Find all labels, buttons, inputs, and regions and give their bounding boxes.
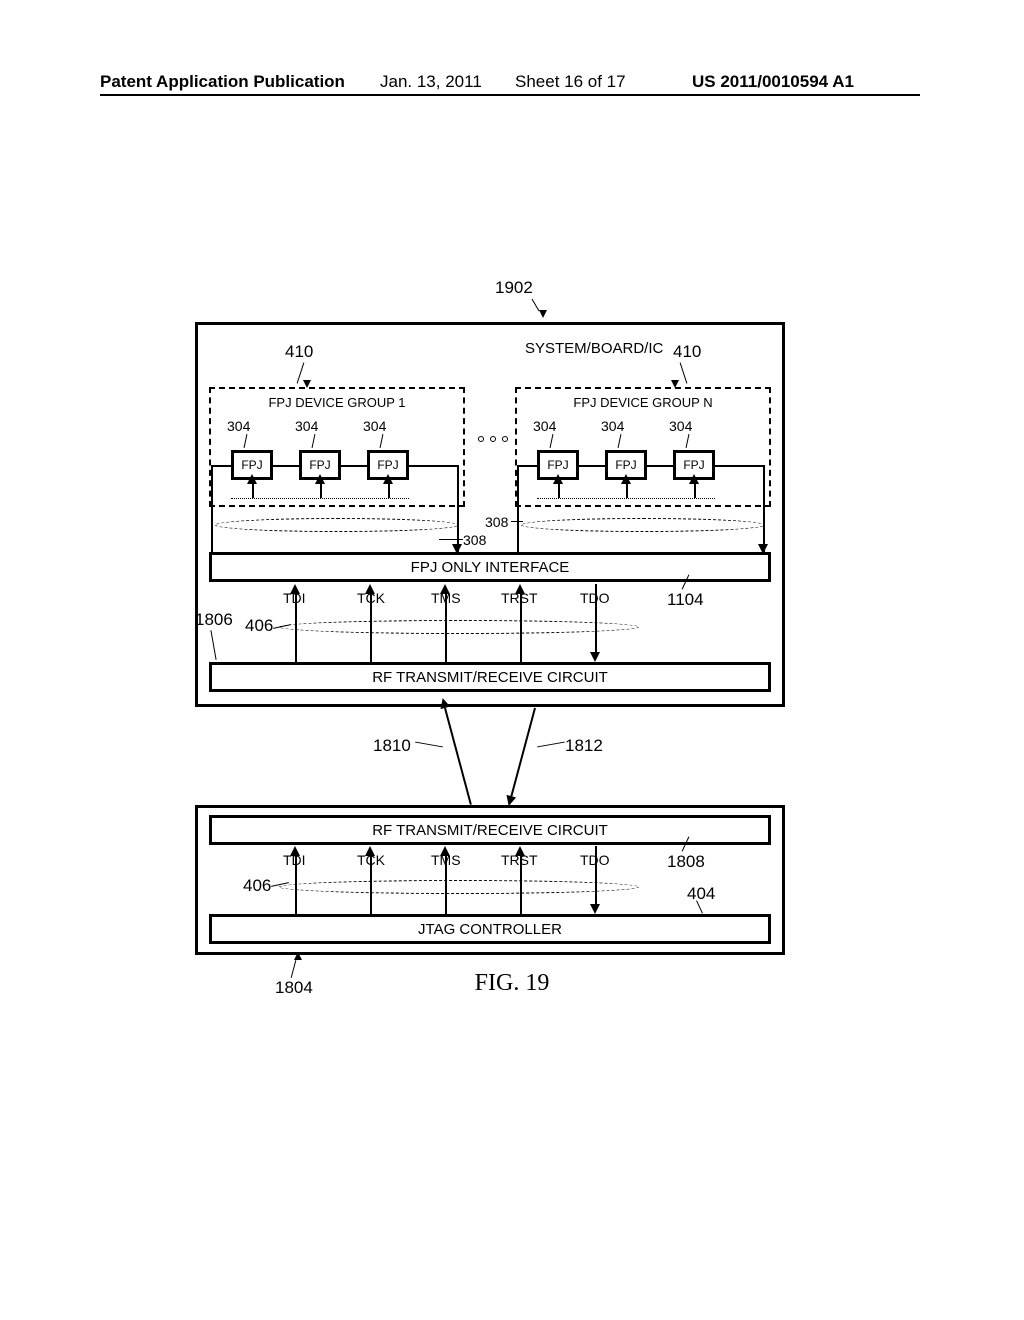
figure-caption: FIG. 19 (0, 970, 1024, 997)
cable-ellipse (279, 620, 639, 634)
header-date: Jan. 13, 2011 (380, 72, 482, 92)
rf-link-1810 (444, 708, 472, 805)
group1-title: FPJ DEVICE GROUP 1 (211, 395, 463, 410)
arrowhead-icon (247, 474, 257, 484)
stub-line (626, 482, 628, 498)
cable-ellipse (279, 880, 639, 894)
ref-304: 304 (669, 418, 692, 434)
arrowhead-icon (365, 846, 375, 856)
fpj-label: FPJ (309, 458, 330, 472)
link-line (763, 465, 765, 552)
link-line (273, 465, 299, 467)
system-board-ic-label: SYSTEM/BOARD/IC (525, 340, 663, 357)
link-line (211, 465, 231, 467)
groupn-title: FPJ DEVICE GROUP N (517, 395, 769, 410)
arrowhead-icon (590, 652, 600, 662)
arrowhead-icon (553, 474, 563, 484)
fpj-label: FPJ (683, 458, 704, 472)
arrowhead-icon (590, 904, 600, 914)
arrowhead-icon (440, 846, 450, 856)
arrowhead-icon (689, 474, 699, 484)
page: Patent Application Publication Jan. 13, … (0, 0, 1024, 1320)
ref-304: 304 (363, 418, 386, 434)
dotted-line (537, 498, 715, 499)
link-line (517, 465, 519, 552)
header-sheet: Sheet 16 of 17 (515, 72, 626, 92)
link-line (457, 465, 459, 552)
fpj-label: FPJ (547, 458, 568, 472)
cable-ellipse (215, 518, 459, 532)
arrowhead-icon (515, 584, 525, 594)
arrowhead-icon (438, 697, 450, 709)
link-line (715, 465, 763, 467)
ref-1104: 1104 (667, 590, 704, 610)
arrowhead-icon (515, 846, 525, 856)
ref-304: 304 (533, 418, 556, 434)
stub-line (320, 482, 322, 498)
fpj-label: FPJ (377, 458, 398, 472)
sig-line (595, 846, 597, 906)
link-line (517, 465, 537, 467)
header-pubno: US 2011/0010594 A1 (692, 72, 854, 92)
link-line (211, 465, 213, 552)
rf-label: RF TRANSMIT/RECEIVE CIRCUIT (372, 822, 608, 839)
fpj-label: FPJ (615, 458, 636, 472)
header-publication: Patent Application Publication (100, 72, 345, 92)
lead-line (415, 742, 443, 748)
ref-1808: 1808 (667, 852, 705, 872)
header-rule (100, 94, 920, 96)
fpj-device-group-1: FPJ DEVICE GROUP 1 (209, 387, 465, 507)
ref-304: 304 (601, 418, 624, 434)
lead-line (537, 742, 565, 748)
rf-circuit-top: RF TRANSMIT/RECEIVE CIRCUIT (209, 662, 771, 692)
ref-406: 406 (245, 616, 273, 636)
ref-404: 404 (687, 884, 715, 904)
arrowhead-icon (294, 952, 302, 960)
arrowhead-icon (315, 474, 325, 484)
rf-label: RF TRANSMIT/RECEIVE CIRCUIT (372, 669, 608, 686)
ref-1810: 1810 (373, 736, 411, 756)
lead-line (439, 539, 463, 540)
arrowhead-icon (290, 584, 300, 594)
ref-308: 308 (485, 514, 508, 530)
arrowhead-icon (365, 584, 375, 594)
jtag-controller-label: JTAG CONTROLLER (418, 921, 562, 938)
fpj-label: FPJ (241, 458, 262, 472)
jtag-controller: JTAG CONTROLLER (209, 914, 771, 944)
ref-410-left: 410 (285, 342, 313, 362)
arrowhead-icon (383, 474, 393, 484)
ref-304: 304 (227, 418, 250, 434)
ref-1902: 1902 (495, 278, 533, 298)
ref-1806: 1806 (195, 610, 233, 630)
arrowhead-icon (621, 474, 631, 484)
ref-410-right: 410 (673, 342, 701, 362)
ellipsis-dot-icon (490, 436, 496, 442)
ellipsis-dot-icon (478, 436, 484, 442)
stub-line (388, 482, 390, 498)
stub-line (694, 482, 696, 498)
stub-line (252, 482, 254, 498)
link-line (579, 465, 605, 467)
ref-304: 304 (295, 418, 318, 434)
link-line (341, 465, 367, 467)
rf-link-1812 (508, 708, 536, 805)
ref-308: 308 (463, 532, 486, 548)
ellipsis-dot-icon (502, 436, 508, 442)
cable-ellipse (521, 518, 765, 532)
dotted-line (231, 498, 409, 499)
ref-1812: 1812 (565, 736, 603, 756)
link-line (409, 465, 457, 467)
sig-line (595, 584, 597, 654)
ref-406: 406 (243, 876, 271, 896)
stub-line (558, 482, 560, 498)
arrowhead-icon (440, 584, 450, 594)
fpj-device-group-n: FPJ DEVICE GROUP N (515, 387, 771, 507)
arrowhead-icon (290, 846, 300, 856)
fpj-only-label: FPJ ONLY INTERFACE (411, 559, 570, 576)
arrowhead-icon (539, 310, 547, 318)
link-line (647, 465, 673, 467)
figure-19: 1902 SYSTEM/BOARD/IC 410 410 FPJ DEVICE … (195, 300, 785, 980)
